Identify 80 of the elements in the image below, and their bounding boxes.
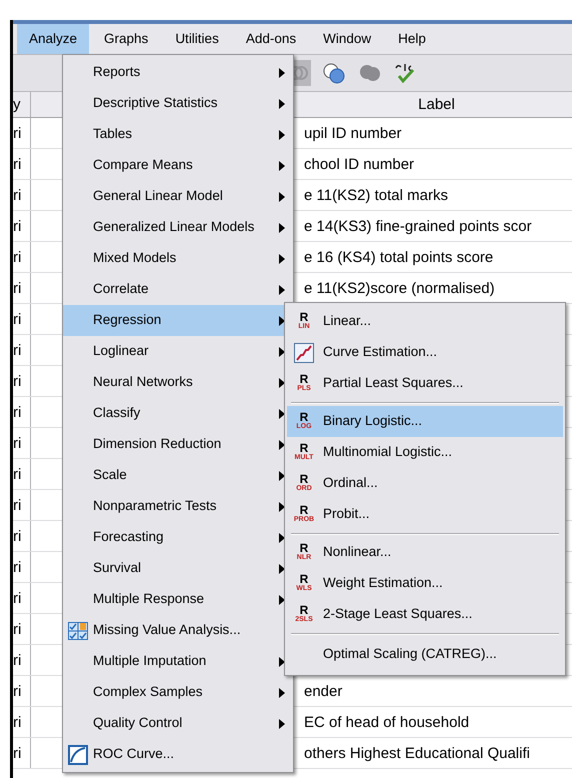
submenu-arrow-icon [279, 408, 285, 418]
submenu-arrow-icon [279, 316, 285, 326]
table-cell-text: ender [304, 682, 342, 702]
table-cell: ri [13, 676, 31, 706]
submenu-arrow-icon [279, 160, 285, 170]
menu-item[interactable]: Survival [63, 553, 293, 584]
menu-item[interactable]: Reports [63, 57, 293, 88]
submenu-arrow-icon [279, 594, 285, 604]
table-cell: ri [13, 428, 31, 458]
menu-item[interactable]: Graphs [92, 24, 160, 54]
table-cell: ri [13, 490, 31, 520]
submenu-arrow-icon [279, 440, 285, 450]
menu-item[interactable]: Neural Networks [63, 367, 293, 398]
submenu-arrow-icon [279, 470, 285, 480]
submenu-arrow-icon [279, 68, 285, 78]
submenu-arrow-icon [279, 254, 285, 264]
table-cell: ri [13, 211, 31, 241]
table-cell: ri [13, 118, 31, 148]
table-cell: ri [13, 149, 31, 179]
submenu-arrow-icon [279, 718, 285, 728]
menu-item[interactable]: Forecasting [63, 522, 293, 553]
table-cell: ri [13, 459, 31, 489]
column-header: Label [418, 95, 455, 115]
table-cell: ri [13, 180, 31, 210]
menu-item[interactable]: Utilities [163, 24, 231, 54]
table-cell-text: e 14(KS3) fine-grained points scor [304, 217, 532, 237]
submenu-arrow-icon [279, 532, 285, 542]
menu-item[interactable]: Help [386, 24, 438, 54]
menu-item[interactable]: Correlate [63, 274, 293, 305]
table-cell-text: upil ID number [304, 124, 402, 144]
submenu-arrow-icon [279, 688, 285, 698]
table-cell: ri [13, 335, 31, 365]
submenu-arrow-icon [279, 378, 285, 388]
menu-item[interactable]: Generalized Linear Models [63, 212, 293, 243]
diagonal-chart-icon [68, 744, 88, 764]
table-cell-text: e 16 (KS4) total points score [304, 248, 494, 268]
column-header: y [13, 92, 31, 117]
menu-item[interactable]: Multiple Response [63, 584, 293, 615]
table-cell-text: EC of head of household [304, 713, 470, 733]
table-cell: ri [13, 304, 31, 334]
submenu-arrow-icon [279, 130, 285, 140]
table-cell: ri [13, 614, 31, 644]
spell-check-icon[interactable] [393, 62, 417, 84]
table-cell: ri [13, 273, 31, 303]
submenu-arrow-icon [279, 98, 285, 108]
table-cell: ri [13, 242, 31, 272]
menu-item[interactable]: Add-ons [234, 24, 308, 54]
table-cell-text: others Highest Educational Qualifi [304, 744, 530, 764]
menu-item[interactable]: Quality Control [63, 708, 293, 739]
menu-item[interactable]: Scale [63, 460, 293, 491]
menu-item[interactable]: Descriptive Statistics [63, 88, 293, 119]
table-cell-text: chool ID number [304, 155, 414, 175]
table-cell: ri [13, 738, 31, 768]
table-cell: ri [13, 366, 31, 396]
table-cell: ri [13, 521, 31, 551]
menu-item[interactable]: Tables [63, 119, 293, 150]
table-cell: ri [13, 707, 31, 737]
table-cell-text: e 11(KS2) total marks [304, 186, 448, 206]
table-cell: ri [13, 645, 31, 675]
table-cell: ri [13, 583, 31, 613]
menu-item[interactable]: Mixed Models [63, 243, 293, 274]
submenu-arrow-icon [279, 284, 285, 294]
table-cell: ri [13, 552, 31, 582]
curve-chart-icon [294, 342, 314, 362]
submenu-arrow-icon [279, 656, 285, 666]
submenu-arrow-icon [279, 192, 285, 202]
submenu-arrow-icon [279, 564, 285, 574]
menu-item[interactable]: Complex Samples [63, 677, 293, 708]
checklist-grid-icon [68, 622, 88, 640]
menu-item[interactable]: General Linear Model [63, 181, 293, 212]
menu-item[interactable]: ROC Curve... [63, 739, 293, 770]
submenu-arrow-icon [279, 222, 285, 232]
menu-item[interactable]: Nonparametric Tests [63, 491, 293, 522]
submenu-arrow-icon [279, 346, 285, 356]
submenu-arrow-icon [279, 502, 285, 512]
menu-item[interactable]: Analyze [17, 24, 90, 54]
table-cell-text: e 11(KS2)score (normalised) [304, 279, 495, 299]
menu-item[interactable]: Window [311, 24, 384, 54]
table-cell: ri [13, 397, 31, 427]
menu-item[interactable]: Compare Means [63, 150, 293, 181]
